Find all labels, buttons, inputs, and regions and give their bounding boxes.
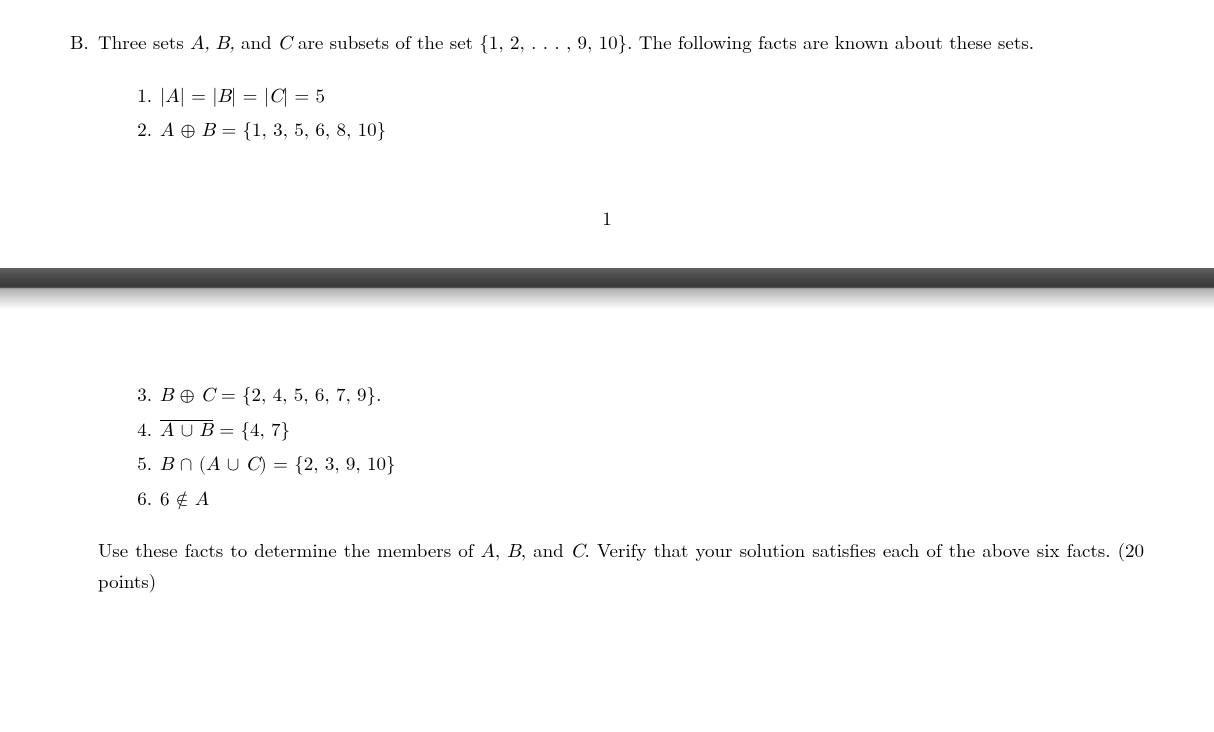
page-number: 1	[70, 204, 1144, 233]
fact-num-2: 2.	[126, 115, 152, 146]
closing-before: Use these facts to determine the members…	[98, 536, 481, 563]
closing-a: A	[481, 542, 495, 561]
closing-b: B	[507, 542, 520, 561]
fact-5-content: B ∩ (A ∪ C) = {2, 3, 9, 10}	[160, 449, 1144, 480]
fact-5: 5. B ∩ (A ∪ C) = {2, 3, 9, 10}	[126, 449, 1144, 480]
closing-instruction: Use these facts to determine the members…	[98, 536, 1144, 595]
fact-num-1: 1.	[126, 81, 152, 112]
fact-3-rhs: {2, 4, 5, 6, 7, 9}	[242, 380, 376, 407]
intro-text-3: . The following facts are known about th…	[627, 28, 1034, 55]
fact-6-content: 6 ∉ A	[160, 484, 1144, 515]
fact-3-content: B ⊕ C = {2, 4, 5, 6, 7, 9}.	[160, 380, 1144, 411]
and-text: and	[241, 28, 278, 55]
problem-label: B.	[70, 28, 98, 57]
problem-intro: Three sets A, B, and C are subsets of th…	[98, 28, 1144, 59]
facts-list-top: 1. |A| = |B| = |C| = 5 2. A ⊕ B = {1, 3,…	[126, 81, 1144, 146]
intro-text-1: Three sets	[98, 28, 190, 55]
universe-set: {1, 2, . . . , 9, 10}	[479, 28, 627, 55]
fact-4-content: A ∪ B = {4, 7}	[160, 415, 1144, 446]
closing-comma2: , and	[521, 536, 571, 563]
fact-1-content: |A| = |B| = |C| = 5	[160, 81, 1144, 112]
intro-text-2: are subsets of the set	[298, 28, 479, 55]
closing-c: C	[571, 542, 585, 561]
fact-4-eq: =	[213, 415, 240, 442]
fact-2-rhs: {1, 3, 5, 6, 8, 10}	[243, 115, 387, 142]
fact-3-tail: .	[376, 380, 381, 407]
sets-ab: A, B,	[190, 34, 241, 53]
page-break-divider	[0, 268, 1214, 308]
fact-1: 1. |A| = |B| = |C| = 5	[126, 81, 1144, 112]
fact-2: 2. A ⊕ B = {1, 3, 5, 6, 8, 10}	[126, 115, 1144, 146]
fact-3: 3. B ⊕ C = {2, 4, 5, 6, 7, 9}.	[126, 380, 1144, 411]
set-c: C	[278, 34, 298, 53]
fact-num-4: 4.	[126, 415, 152, 446]
problem-b-header: B. Three sets A, B, and C are subsets of…	[70, 28, 1144, 59]
fact-4: 4. A ∪ B = {4, 7}	[126, 415, 1144, 446]
fact-5-rhs: {2, 3, 9, 10}	[294, 449, 395, 476]
fact-4-rhs: {4, 7}	[240, 415, 290, 442]
fact-num-3: 3.	[126, 380, 152, 411]
closing-comma1: ,	[495, 536, 507, 563]
fact-6: 6. 6 ∉ A	[126, 484, 1144, 515]
facts-list-bottom: 3. B ⊕ C = {2, 4, 5, 6, 7, 9}. 4. A ∪ B …	[126, 380, 1144, 514]
fact-2-content: A ⊕ B = {1, 3, 5, 6, 8, 10}	[160, 115, 1144, 146]
fact-num-6: 6.	[126, 484, 152, 515]
fact-num-5: 5.	[126, 449, 152, 480]
